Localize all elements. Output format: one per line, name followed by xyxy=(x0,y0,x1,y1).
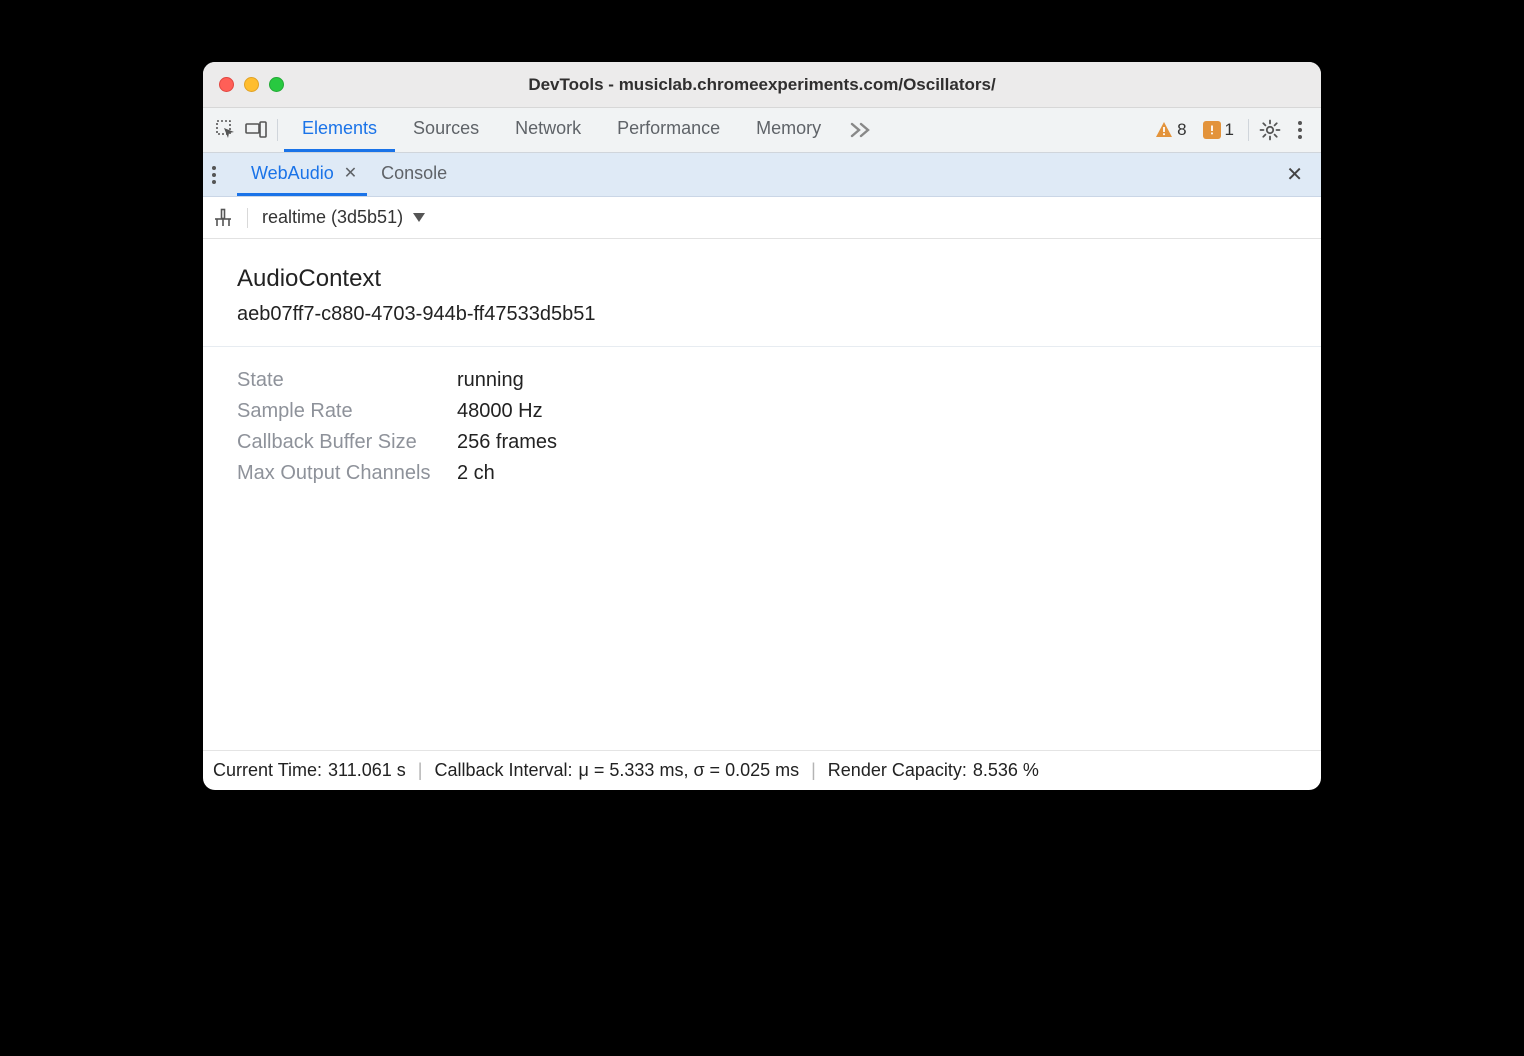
separator xyxy=(247,208,248,228)
chevron-down-icon xyxy=(413,213,425,222)
inspect-element-icon[interactable] xyxy=(211,115,241,145)
separator: | xyxy=(412,760,429,781)
tab-elements[interactable]: Elements xyxy=(284,108,395,152)
separator: | xyxy=(805,760,822,781)
prop-buffersize-value: 256 frames xyxy=(457,431,1287,454)
current-time-value: 311.061 s xyxy=(328,760,406,781)
prop-maxchannels-label: Max Output Channels xyxy=(237,462,457,485)
current-time-label: Current Time: xyxy=(213,760,322,781)
warnings-count: 8 xyxy=(1177,120,1186,140)
callback-interval-value: μ = 5.333 ms, σ = 0.025 ms xyxy=(579,760,800,781)
separator xyxy=(1248,119,1249,141)
tab-label: Performance xyxy=(617,118,720,139)
window-title: DevTools - musiclab.chromeexperiments.co… xyxy=(203,75,1321,95)
context-selector-dropdown[interactable]: realtime (3d5b51) xyxy=(262,207,425,228)
window-titlebar: DevTools - musiclab.chromeexperiments.co… xyxy=(203,62,1321,108)
drawer-tab-label: WebAudio xyxy=(251,163,334,184)
issue-counts[interactable]: 8 1 xyxy=(1147,120,1242,140)
main-tabstrip: Elements Sources Network Performance Mem… xyxy=(203,108,1321,153)
prop-maxchannels-value: 2 ch xyxy=(457,462,1287,485)
tab-memory[interactable]: Memory xyxy=(738,108,839,152)
render-capacity-label: Render Capacity: xyxy=(828,760,967,781)
traffic-lights xyxy=(219,77,284,92)
drawer-tab-label: Console xyxy=(381,163,447,184)
webaudio-toolbar: realtime (3d5b51) xyxy=(203,197,1321,239)
drawer-tabstrip: WebAudio ✕ Console ✕ xyxy=(203,153,1321,197)
tab-label: Elements xyxy=(302,118,377,139)
tab-performance[interactable]: Performance xyxy=(599,108,738,152)
render-capacity-value: 8.536 % xyxy=(973,760,1039,781)
settings-gear-icon[interactable] xyxy=(1255,115,1285,145)
prop-samplerate-value: 48000 Hz xyxy=(457,400,1287,423)
issues-icon xyxy=(1203,121,1221,139)
properties-table: State running Sample Rate 48000 Hz Callb… xyxy=(237,369,1287,485)
tab-label: Memory xyxy=(756,118,821,139)
audiocontext-title: AudioContext xyxy=(237,265,1287,293)
drawer-kebab-icon[interactable] xyxy=(211,165,237,185)
audiocontext-uuid: aeb07ff7-c880-4703-944b-ff47533d5b51 xyxy=(237,303,1287,326)
minimize-window-button[interactable] xyxy=(244,77,259,92)
close-window-button[interactable] xyxy=(219,77,234,92)
tab-sources[interactable]: Sources xyxy=(395,108,497,152)
context-selector-value: realtime (3d5b51) xyxy=(262,207,403,228)
tab-network[interactable]: Network xyxy=(497,108,599,152)
prop-samplerate-label: Sample Rate xyxy=(237,400,457,423)
kebab-menu-icon[interactable] xyxy=(1285,115,1315,145)
devtools-window: DevTools - musiclab.chromeexperiments.co… xyxy=(203,62,1321,790)
webaudio-content: AudioContext aeb07ff7-c880-4703-944b-ff4… xyxy=(203,239,1321,750)
maximize-window-button[interactable] xyxy=(269,77,284,92)
warning-icon xyxy=(1155,121,1173,139)
tab-label: Network xyxy=(515,118,581,139)
more-tabs-icon[interactable] xyxy=(839,108,883,152)
prop-state-value: running xyxy=(457,369,1287,392)
status-bar: Current Time: 311.061 s | Callback Inter… xyxy=(203,750,1321,790)
device-toolbar-icon[interactable] xyxy=(241,115,271,145)
divider xyxy=(203,346,1321,347)
issues-count: 1 xyxy=(1225,120,1234,140)
drawer-tab-console[interactable]: Console xyxy=(367,153,457,196)
separator xyxy=(277,119,278,141)
close-tab-icon[interactable]: ✕ xyxy=(344,163,357,183)
panel-tabs: Elements Sources Network Performance Mem… xyxy=(284,108,883,152)
garbage-collect-icon[interactable] xyxy=(213,208,233,228)
tab-label: Sources xyxy=(413,118,479,139)
close-drawer-icon[interactable]: ✕ xyxy=(1276,162,1313,187)
prop-buffersize-label: Callback Buffer Size xyxy=(237,431,457,454)
callback-interval-label: Callback Interval: xyxy=(434,760,572,781)
drawer-tab-webaudio[interactable]: WebAudio ✕ xyxy=(237,153,367,196)
prop-state-label: State xyxy=(237,369,457,392)
